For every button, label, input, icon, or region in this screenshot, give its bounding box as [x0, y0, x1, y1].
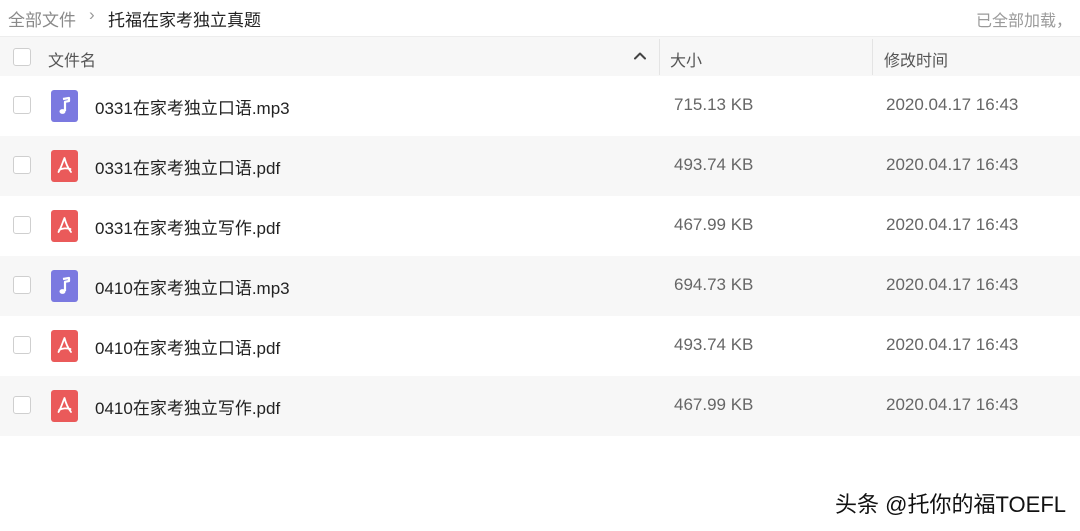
column-divider[interactable]	[872, 39, 873, 75]
file-name[interactable]: 0331在家考独立写作.pdf	[95, 214, 280, 239]
file-modified-time: 2020.04.17 16:43	[886, 215, 1019, 234]
breadcrumb-root-link[interactable]: 全部文件	[8, 6, 76, 31]
select-all-checkbox[interactable]	[13, 48, 31, 66]
file-size: 467.99 KB	[674, 395, 754, 414]
sort-chevron-up-icon[interactable]	[631, 47, 649, 65]
file-modified-time: 2020.04.17 16:43	[886, 275, 1019, 294]
file-list-header: 文件名 大小 修改时间	[0, 36, 1080, 76]
row-checkbox[interactable]	[13, 276, 31, 294]
file-name[interactable]: 0410在家考独立口语.pdf	[95, 334, 280, 359]
file-modified-time: 2020.04.17 16:43	[886, 335, 1019, 354]
file-row[interactable]: 0331在家考独立写作.pdf 467.99 KB 2020.04.17 16:…	[0, 196, 1080, 256]
breadcrumb-current: 托福在家考独立真题	[108, 11, 261, 30]
breadcrumb-chevron-icon: ›	[89, 5, 95, 24]
row-checkbox[interactable]	[13, 96, 31, 114]
file-size: 493.74 KB	[674, 155, 754, 174]
file-row[interactable]: 0410在家考独立口语.pdf 493.74 KB 2020.04.17 16:…	[0, 316, 1080, 376]
pdf-file-icon	[51, 390, 78, 422]
load-status-text: 已全部加载，	[975, 13, 1072, 30]
file-modified-time: 2020.04.17 16:43	[886, 95, 1019, 114]
watermark-text: 头条 @托你的福TOEFL	[835, 492, 1066, 517]
pdf-file-icon	[51, 210, 78, 242]
file-size: 715.13 KB	[674, 95, 754, 114]
file-row[interactable]: 0331在家考独立口语.mp3 715.13 KB 2020.04.17 16:…	[0, 76, 1080, 136]
row-checkbox[interactable]	[13, 336, 31, 354]
pdf-file-icon	[51, 330, 78, 362]
file-size: 467.99 KB	[674, 215, 754, 234]
file-list: 0331在家考独立口语.mp3 715.13 KB 2020.04.17 16:…	[0, 76, 1080, 436]
column-divider[interactable]	[659, 39, 660, 75]
column-header-modified[interactable]: 修改时间	[884, 47, 948, 71]
file-row[interactable]: 0331在家考独立口语.pdf 493.74 KB 2020.04.17 16:…	[0, 136, 1080, 196]
file-name[interactable]: 0331在家考独立口语.mp3	[95, 94, 290, 119]
file-name[interactable]: 0410在家考独立写作.pdf	[95, 394, 280, 419]
file-size: 493.74 KB	[674, 335, 754, 354]
file-name[interactable]: 0410在家考独立口语.mp3	[95, 274, 290, 299]
audio-file-icon	[51, 90, 78, 122]
audio-file-icon	[51, 270, 78, 302]
pdf-file-icon	[51, 150, 78, 182]
row-checkbox[interactable]	[13, 216, 31, 234]
file-row[interactable]: 0410在家考独立口语.mp3 694.73 KB 2020.04.17 16:…	[0, 256, 1080, 316]
row-checkbox[interactable]	[13, 156, 31, 174]
file-modified-time: 2020.04.17 16:43	[886, 395, 1019, 414]
column-header-name[interactable]: 文件名	[48, 47, 96, 71]
column-header-size[interactable]: 大小	[670, 47, 702, 71]
top-bar: 全部文件 › 托福在家考独立真题 已全部加载，	[0, 0, 1080, 36]
file-modified-time: 2020.04.17 16:43	[886, 155, 1019, 174]
row-checkbox[interactable]	[13, 396, 31, 414]
file-row[interactable]: 0410在家考独立写作.pdf 467.99 KB 2020.04.17 16:…	[0, 376, 1080, 436]
file-size: 694.73 KB	[674, 275, 754, 294]
file-name[interactable]: 0331在家考独立口语.pdf	[95, 154, 280, 179]
